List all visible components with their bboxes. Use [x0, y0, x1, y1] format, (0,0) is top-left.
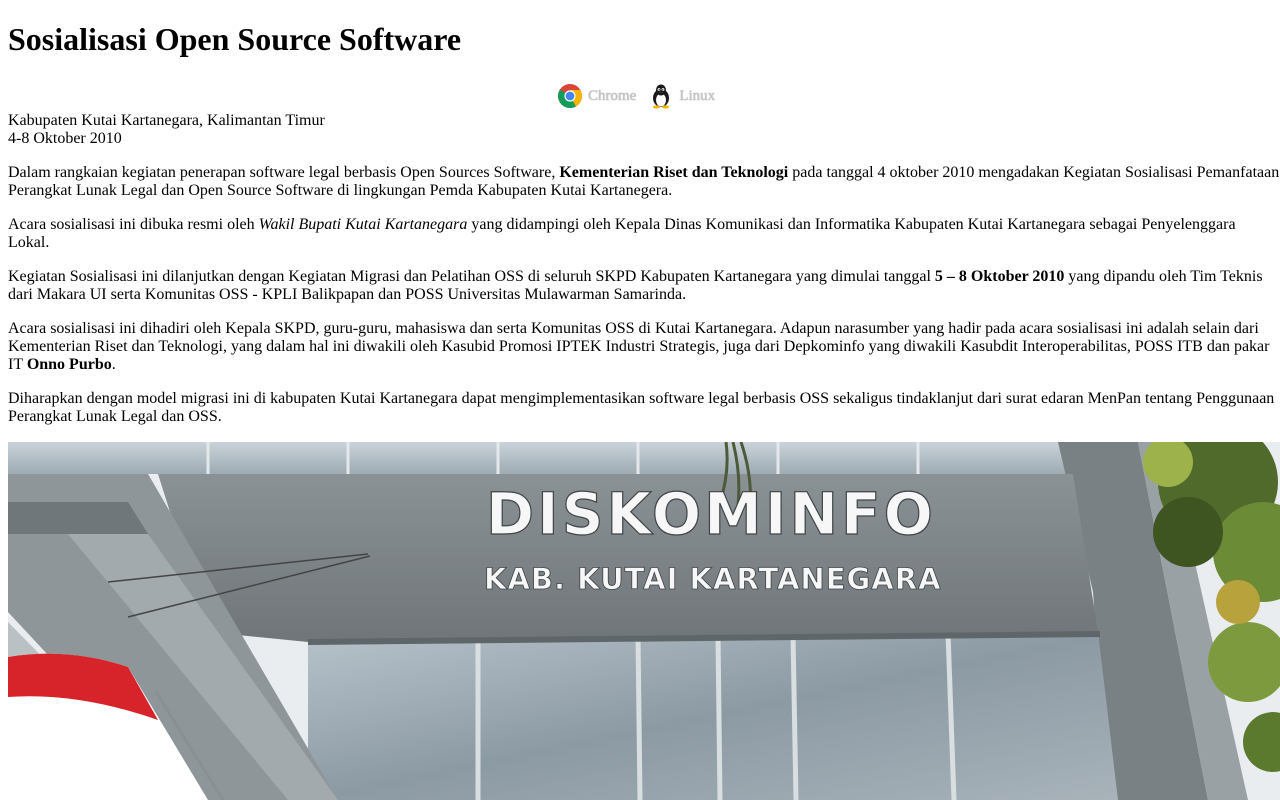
chrome-icon — [558, 84, 583, 109]
sign-subtitle: KAB. KUTAI KARTANEGARA — [484, 562, 942, 596]
event-date: 4-8 Oktober 2010 — [8, 130, 122, 147]
paragraph-1-text: Dalam rangkaian kegiatan penerapan softw… — [8, 164, 560, 181]
article-body: Dalam rangkaian kegiatan penerapan softw… — [8, 164, 1280, 442]
paragraph-4-text: Acara sosialisasi ini dihadiri oleh Kepa… — [8, 320, 1270, 373]
location-text: Kabupaten Kutai Kartanegara, Kalimantan … — [8, 112, 325, 129]
paragraph-2: Acara sosialisasi ini dibuka resmi oleh … — [8, 216, 1280, 252]
tag-linux[interactable]: Linux — [648, 83, 715, 109]
paragraph-3-text: Kegiatan Sosialisasi ini dilanjutkan den… — [8, 268, 935, 285]
paragraph-3: Kegiatan Sosialisasi ini dilanjutkan den… — [8, 268, 1280, 304]
tag-chrome[interactable]: Chrome — [557, 83, 636, 109]
paragraph-1: Dalam rangkaian kegiatan penerapan softw… — [8, 164, 1280, 200]
paragraph-4-text-end: . — [111, 356, 116, 373]
article-photo: DISKOMINFO KAB. KUTAI KARTANEGARA — [8, 442, 1280, 800]
tag-list: Chrome Linux — [557, 82, 727, 110]
page-title: Sosialisasi Open Source Software — [8, 21, 462, 57]
training-dates: 5 – 8 Oktober 2010 — [934, 268, 1065, 285]
paragraph-4: Acara sosialisasi ini dihadiri oleh Kepa… — [8, 320, 1280, 374]
location-block: Kabupaten Kutai Kartanegara, Kalimantan … — [8, 112, 325, 148]
tag-chrome-label: Chrome — [588, 88, 637, 104]
vice-regent-title: Wakil Bupati Kutai Kartanegara — [258, 216, 468, 233]
linux-tux-icon — [653, 84, 670, 109]
diskominfo-building-photo: DISKOMINFO KAB. KUTAI KARTANEGARA — [8, 442, 1280, 800]
sign-title: DISKOMINFO — [486, 480, 936, 548]
ministry-name: Kementerian Riset dan Teknologi — [559, 164, 789, 181]
paragraph-2-text: Acara sosialisasi ini dibuka resmi oleh — [8, 216, 259, 233]
tag-linux-label: Linux — [679, 88, 716, 104]
speaker-name: Onno Purbo — [26, 356, 112, 373]
paragraph-5: Diharapkan dengan model migrasi ini di k… — [8, 390, 1275, 425]
